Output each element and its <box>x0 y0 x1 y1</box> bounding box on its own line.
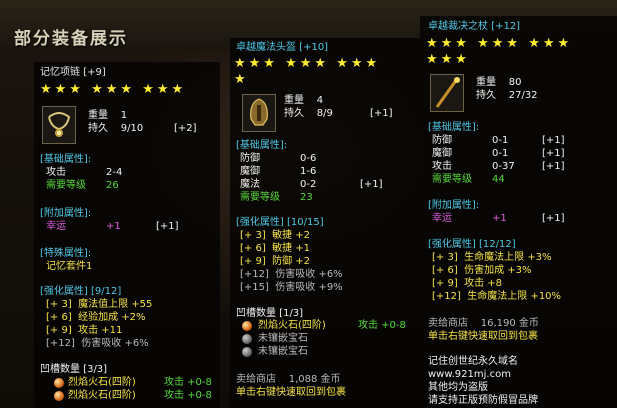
basic-attr-title: [基础属性]: <box>236 140 288 151</box>
socket-stat: 攻击 +0-8 <box>358 320 406 331</box>
socket-gem: 烈焰火石(四阶) <box>258 320 326 331</box>
enhance-row-locked: [+12] 伤害吸收 +6% <box>240 269 343 280</box>
retrieve-hint: 单击右键快速取回到包裹 <box>236 387 346 398</box>
durability-plus: [+2] <box>174 123 197 134</box>
staff-icon <box>430 74 464 112</box>
attack-label: 攻击 <box>432 161 452 172</box>
attack-label: 攻击 <box>46 167 66 178</box>
enhance-row-locked: [+15] 伤害吸收 +9% <box>240 282 343 293</box>
weight-row: 重量 80 <box>476 77 522 88</box>
socket-empty: 未镶嵌宝石 <box>258 333 308 344</box>
socket-gem: 烈焰火石(四阶) <box>68 390 136 401</box>
socket-gem: 烈焰火石(四阶) <box>68 377 136 388</box>
luck-label: 幸运 <box>46 221 66 232</box>
socket-empty: 未镶嵌宝石 <box>258 346 308 357</box>
star-rating: ★★★ ★★★ ★★★ <box>426 36 573 51</box>
enhance-row: [+ 3] 生命魔法上限 +3% <box>432 252 552 263</box>
req-level-value: 23 <box>300 192 313 203</box>
weight-row: 重量 4 <box>284 95 324 106</box>
empty-gem-icon <box>242 334 252 344</box>
luck-plus: [+1] <box>156 221 179 232</box>
enhance-row: [+ 3] 敏捷 +2 <box>240 230 311 241</box>
enhance-attr-title: [强化属性] [10/15] <box>236 217 324 228</box>
magic-label: 魔法 <box>240 179 260 190</box>
magic-defense-plus: [+1] <box>542 148 565 159</box>
req-level-label: 需要等级 <box>240 192 280 203</box>
magic-plus: [+1] <box>360 179 383 190</box>
enhance-row: [+ 9] 攻击 +8 <box>432 278 503 289</box>
luck-value: +1 <box>106 221 121 232</box>
enhance-row: [+ 6] 经验加成 +2% <box>46 312 146 323</box>
special-attr-value: 记忆套件1 <box>46 261 93 272</box>
fire-gem-icon <box>54 391 64 401</box>
basic-attr-title: [基础属性]: <box>40 154 92 165</box>
basic-attr-title: [基础属性]: <box>428 122 480 133</box>
extra-attr-title: [附加属性]: <box>428 200 480 211</box>
helmet-tooltip: 卓越魔法头盔 [+10] ★★★ ★★★ ★★★ ★ 重量 4 持久 8/9 [… <box>230 38 420 408</box>
item-name: 记忆项链 [+9] <box>40 67 106 78</box>
enhance-row: [+12] 生命魔法上限 +10% <box>432 291 562 302</box>
enhance-attr-title: [强化属性] [9/12] <box>40 286 122 297</box>
helmet-icon <box>242 94 276 132</box>
enhance-row-locked: [+12] 伤害吸收 +6% <box>46 338 149 349</box>
magic-defense-value: 1-6 <box>300 166 317 177</box>
durability-plus: [+1] <box>370 108 393 119</box>
staff-tooltip: 卓越裁决之杖 [+12] ★★★ ★★★ ★★★ ★★★ 重量 80 持久 27… <box>420 16 617 408</box>
footer-line: 其他均为盗版 <box>428 382 488 393</box>
req-level-label: 需要等级 <box>432 174 472 185</box>
fire-gem-icon <box>242 321 252 331</box>
req-level-label: 需要等级 <box>46 180 86 191</box>
socket-stat: 攻击 +0-8 <box>164 390 212 401</box>
magic-value: 0-2 <box>300 179 317 190</box>
footer-url: www.921mj.com <box>428 369 511 380</box>
defense-label: 防御 <box>432 135 452 146</box>
sell-price: 卖给商店 16,190 金币 <box>428 318 539 329</box>
necklace-icon <box>42 106 76 144</box>
magic-defense-label: 魔御 <box>240 166 260 177</box>
durability-row: 持久 8/9 <box>284 108 333 119</box>
defense-plus: [+1] <box>542 135 565 146</box>
star-rating: ★★★ <box>426 52 470 67</box>
luck-plus: [+1] <box>542 213 565 224</box>
star-rating: ★ <box>234 72 249 87</box>
magic-defense-value: 0-1 <box>492 148 509 159</box>
luck-label: 幸运 <box>432 213 452 224</box>
enhance-row: [+ 9] 防御 +2 <box>240 256 311 267</box>
extra-attr-title: [附加属性]: <box>40 208 92 219</box>
empty-gem-icon <box>242 347 252 357</box>
req-level-value: 26 <box>106 180 119 191</box>
necklace-tooltip: 记忆项链 [+9] ★★★ ★★★ ★★★ 重量 1 持久 9/10 [+2] … <box>34 62 220 408</box>
fire-gem-icon <box>54 378 64 388</box>
enhance-attr-title: [强化属性] [12/12] <box>428 239 516 250</box>
star-rating: ★★★ ★★★ ★★★ <box>234 56 381 71</box>
weight-row: 重量 1 <box>88 110 128 121</box>
req-level-value: 44 <box>492 174 505 185</box>
enhance-row: [+ 3] 魔法值上限 +55 <box>46 299 153 310</box>
socket-stat: 攻击 +0-8 <box>164 377 212 388</box>
defense-value: 0-6 <box>300 153 317 164</box>
enhance-row: [+ 6] 敏捷 +1 <box>240 243 311 254</box>
socket-title: 凹槽数量 [3/3] <box>40 364 108 375</box>
attack-value: 0-37 <box>492 161 515 172</box>
defense-value: 0-1 <box>492 135 509 146</box>
magic-defense-label: 魔御 <box>432 148 452 159</box>
durability-row: 持久 9/10 <box>88 123 144 134</box>
footer-line: 请支持正版预防假冒品牌 <box>428 395 538 406</box>
sell-price: 卖给商店 1,088 金币 <box>236 374 341 385</box>
star-rating: ★★★ ★★★ ★★★ <box>40 82 187 97</box>
enhance-row: [+ 9] 攻击 +11 <box>46 325 123 336</box>
luck-value: +1 <box>492 213 507 224</box>
special-attr-title: [特殊属性]: <box>40 248 92 259</box>
item-name: 卓越魔法头盔 [+10] <box>236 42 329 53</box>
footer-line: 记住创世纪永久域名 <box>428 356 518 367</box>
attack-value: 2-4 <box>106 167 123 178</box>
item-name: 卓越裁决之杖 [+12] <box>428 21 521 32</box>
socket-title: 凹槽数量 [1/3] <box>236 308 304 319</box>
attack-plus: [+1] <box>542 161 565 172</box>
page-title: 部分装备展示 <box>14 29 128 49</box>
retrieve-hint: 单击右键快速取回到包裹 <box>428 331 538 342</box>
defense-label: 防御 <box>240 153 260 164</box>
enhance-row: [+ 6] 伤害加成 +3% <box>432 265 532 276</box>
durability-row: 持久 27/32 <box>476 90 538 101</box>
